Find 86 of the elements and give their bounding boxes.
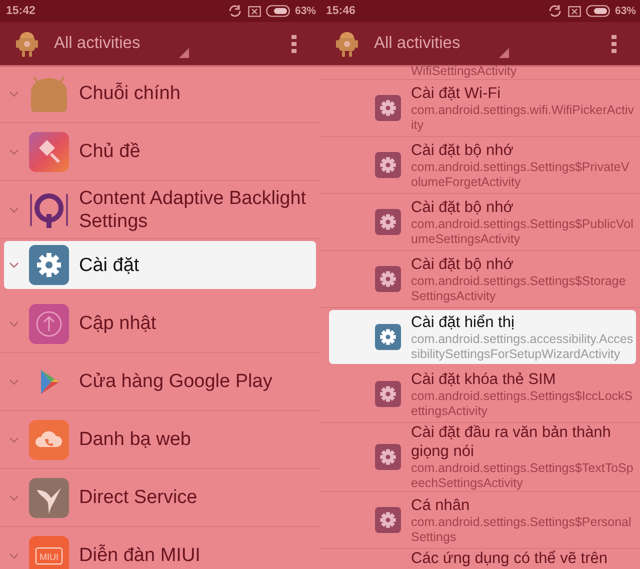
- chevron-icon: [9, 206, 19, 212]
- selected-app-row[interactable]: Cài đặt: [4, 241, 316, 289]
- activity-title: Các ứng dụng có thể vẽ trên: [410, 549, 608, 568]
- battery-icon: [586, 5, 610, 17]
- app-row[interactable]: Direct Service: [0, 469, 320, 527]
- android-icon: [29, 74, 69, 114]
- status-time: 15:42: [6, 5, 36, 17]
- settings-icon: [375, 444, 401, 470]
- app-row[interactable]: Content Adaptive Backlight Settings: [0, 181, 320, 239]
- selected-activity-row[interactable]: Cài đặt hiển thị com.android.settings.accessibility.AccessibilitySettingsForSetupWizardActivity: [329, 310, 636, 364]
- chevron-icon: [9, 494, 19, 500]
- rotation-icon: [226, 5, 243, 17]
- activity-title: Cá nhân: [411, 496, 471, 514]
- activity-row[interactable]: Cá nhân com.android.settings.Settings$PersonalSettings: [320, 492, 640, 549]
- chevron-icon: [9, 436, 19, 442]
- app-name: Cửa hàng Google Play: [79, 370, 274, 393]
- android-icon: [336, 30, 358, 56]
- app-row[interactable]: Chuỗi chính: [0, 65, 320, 123]
- activity-title: Cài đặt Wi-Fi: [411, 84, 502, 102]
- android-icon: [16, 30, 38, 56]
- sim-icon: [568, 6, 581, 16]
- app-name: Chuỗi chính: [79, 82, 182, 105]
- chevron-icon: [9, 90, 19, 96]
- chevron-icon: [9, 552, 19, 558]
- battery-percent: 63%: [614, 5, 636, 17]
- update-icon: [29, 304, 69, 344]
- activity-title: Cài đặt bộ nhớ: [411, 198, 514, 216]
- activity-class-name: com.android.settings.Settings$PrivateVolumeForgetActivity: [411, 160, 630, 190]
- activity-title: Cài đặt đầu ra văn bản thành giọng nói: [411, 423, 612, 461]
- activity-class-name: com.android.settings.Settings$StorageSettingsActivity: [411, 274, 627, 304]
- activity-row[interactable]: Cài đặt bộ nhớ com.android.settings.Settings$PublicVolumeSettingsActivity: [320, 194, 640, 251]
- dropdown-corner-icon: [499, 48, 509, 58]
- settings-icon: [375, 507, 401, 533]
- activity-class-name: com.android.settings.Settings$IccLockSettingsActivity: [411, 388, 634, 418]
- bird-icon: [29, 478, 69, 518]
- activity-class-name: com.android.settings.Settings$PersonalSettings: [411, 514, 632, 544]
- app-name: Direct Service: [79, 486, 198, 509]
- activity-class-name: com.android.settings.accessibility.AccessibilitySettingsForSetupWizardActivity: [411, 332, 634, 362]
- activity-class-name: WifiSettingsActivity: [320, 65, 640, 80]
- settings-icon: [375, 209, 401, 235]
- activity-row[interactable]: Cài đặt bộ nhớ com.android.settings.Settings$PrivateVolumeForgetActivity: [320, 137, 640, 194]
- activity-row[interactable]: Cài đặt bộ nhớ com.android.settings.Settings$StorageSettingsActivity: [320, 251, 640, 308]
- app-row[interactable]: Cửa hàng Google Play: [0, 353, 320, 411]
- settings-icon: [375, 381, 401, 407]
- cloud-phone-icon: [29, 420, 69, 460]
- app-row[interactable]: MIUI Diễn đàn MIUI: [0, 527, 320, 569]
- more-icon[interactable]: [611, 34, 617, 54]
- activity-row[interactable]: Cài đặt khóa thẻ SIM com.android.settings.Settings$IccLockSettingsActivity: [320, 366, 640, 423]
- app-row[interactable]: Danh bạ web: [0, 411, 320, 469]
- app-name: Diễn đàn MIUI: [79, 544, 202, 567]
- rotation-icon: [546, 5, 563, 17]
- battery-icon: [266, 5, 290, 17]
- app-row[interactable]: Cập nhật: [0, 295, 320, 353]
- sim-icon: [248, 6, 261, 16]
- settings-icon: [375, 152, 401, 178]
- activity-class-name: com.android.settings.wifi.WifiPickerActivity: [411, 102, 634, 132]
- settings-icon: [375, 324, 401, 350]
- chevron-icon: [9, 262, 19, 268]
- activity-row[interactable]: Cài đặt đầu ra văn bản thành giọng nói com.android.settings.Settings$TextToSpeechSettingsActivity: [320, 423, 640, 492]
- activity-title: Cài đặt bộ nhớ: [411, 140, 514, 160]
- activity-title: Cài đặt khóa thẻ SIM: [411, 370, 557, 388]
- chevron-icon: [9, 320, 19, 326]
- more-icon[interactable]: [291, 34, 297, 54]
- settings-icon: [375, 266, 401, 292]
- activity-class-name: com.android.settings.Settings$TextToSpeechSettingsActivity: [411, 461, 634, 491]
- app-row[interactable]: Chủ đề: [0, 123, 320, 181]
- app-name: Cài đặt: [79, 254, 140, 276]
- settings-icon: [29, 245, 69, 285]
- activity-title: Cài đặt hiển thị: [411, 312, 516, 332]
- chevron-icon: [9, 378, 19, 384]
- settings-icon: [375, 95, 401, 121]
- activities-dropdown[interactable]: All activities: [374, 34, 502, 53]
- battery-percent: 63%: [294, 5, 316, 17]
- chevron-icon: [9, 148, 19, 154]
- activity-title: Cài đặt bộ nhớ: [411, 254, 514, 274]
- brush-icon: [29, 132, 69, 172]
- activity-class-name: com.android.settings.Settings$PublicVolumeSettingsActivity: [411, 216, 634, 246]
- app-name: Chủ đề: [79, 140, 142, 163]
- activities-dropdown[interactable]: All activities: [54, 34, 182, 53]
- miui-logo-icon: MIUI: [29, 536, 69, 569]
- status-time: 15:46: [326, 5, 356, 17]
- app-name: Danh bạ web: [79, 428, 192, 451]
- app-name: Content Adaptive Backlight Settings: [79, 186, 308, 232]
- app-name: Cập nhật: [79, 312, 158, 335]
- activity-row[interactable]: Cài đặt Wi-Fi com.android.settings.wifi.WifiPickerActivity: [320, 80, 640, 137]
- dropdown-corner-icon: [179, 48, 189, 58]
